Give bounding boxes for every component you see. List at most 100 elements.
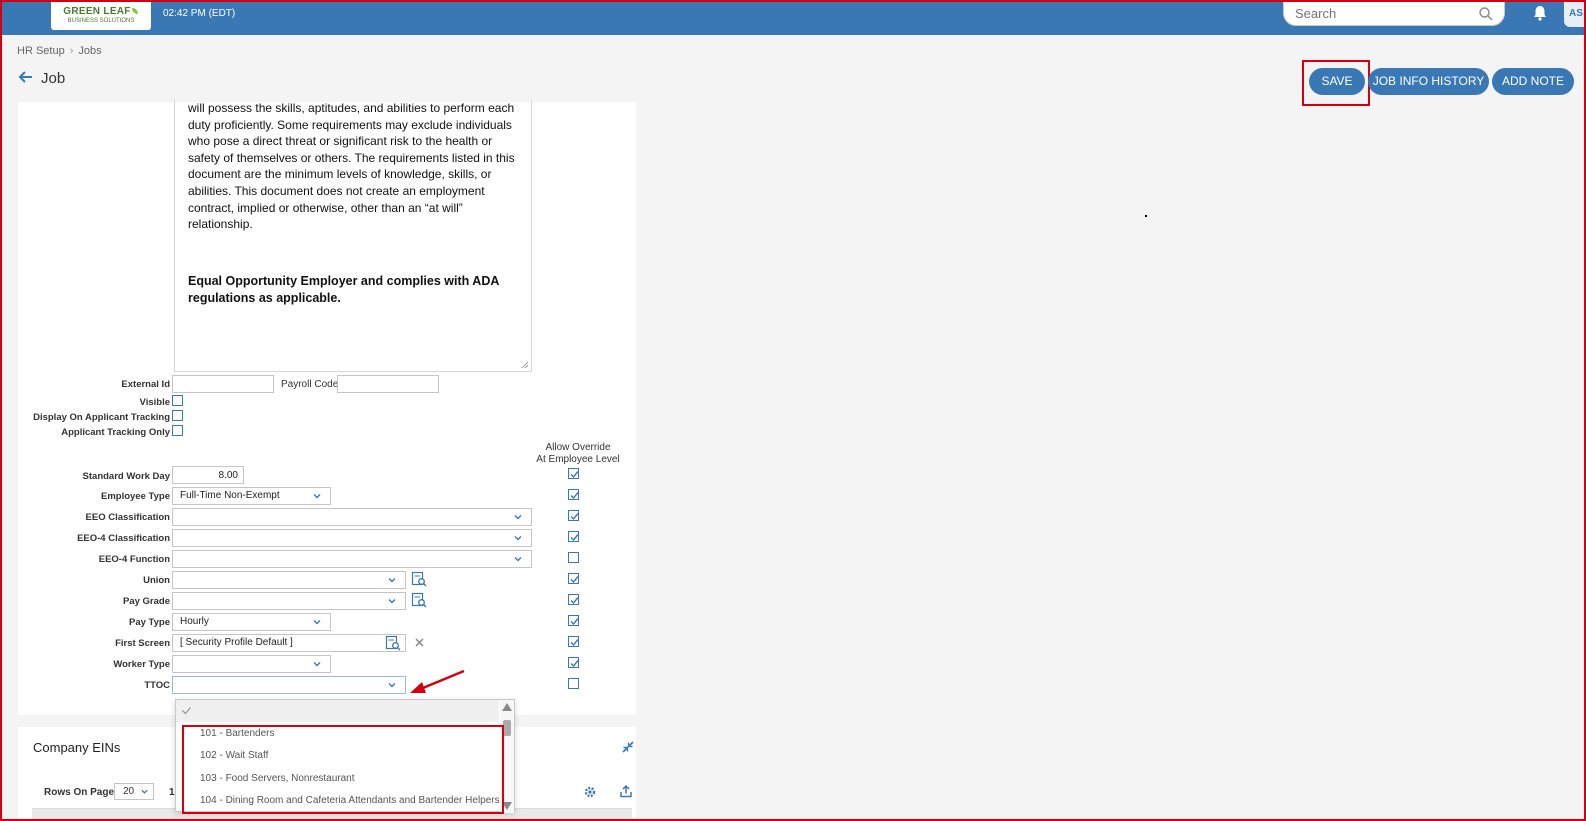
- scroll-up-icon[interactable]: [502, 703, 512, 711]
- eeo-classification-label: EEO Classification: [85, 512, 170, 523]
- eeo-statement: Equal Opportunity Employer and complies …: [188, 273, 500, 288]
- worker-type-label: Worker Type: [113, 659, 170, 670]
- first-screen-field[interactable]: [ Security Profile Default ]: [172, 634, 406, 652]
- search-input[interactable]: [1295, 2, 1475, 24]
- collapse-icon[interactable]: [622, 741, 634, 753]
- company-logo[interactable]: GREEN LEAF BUSINESS SOLUTIONS: [51, 0, 151, 30]
- export-icon[interactable]: [619, 784, 633, 798]
- override-union-checkbox[interactable]: [568, 573, 579, 584]
- employee-type-label: Employee Type: [101, 491, 170, 502]
- override-worker-type-checkbox[interactable]: [568, 657, 579, 668]
- description-line: document are the minimum levels of knowl…: [188, 167, 492, 182]
- description-line: relationship.: [188, 217, 253, 232]
- override-header-line: Allow Override: [545, 442, 611, 453]
- worker-type-select[interactable]: [172, 655, 331, 673]
- override-pay-grade-checkbox[interactable]: [568, 594, 579, 605]
- override-pay-type-checkbox[interactable]: [568, 615, 579, 626]
- description-line: abilities. This document does not create…: [188, 183, 485, 198]
- current-time: 02:42 PM (EDT): [163, 8, 236, 19]
- clear-first-screen-icon[interactable]: [414, 637, 425, 648]
- chevron-down-icon: [514, 557, 522, 562]
- breadcrumb-separator: ›: [69, 45, 74, 57]
- description-line: who pose a direct threat or significant …: [188, 134, 493, 149]
- company-eins-title: Company EINs: [33, 740, 121, 755]
- override-employee-type-checkbox[interactable]: [568, 489, 579, 500]
- eeo4-classification-label: EEO-4 Classification: [77, 533, 170, 544]
- rows-on-page-label: Rows On Page: [44, 787, 115, 798]
- override-standard-work-day-checkbox[interactable]: [568, 468, 579, 479]
- rows-on-page-select[interactable]: 20: [114, 783, 154, 800]
- description-line: contract, implied or otherwise, other th…: [188, 200, 463, 215]
- user-avatar[interactable]: AS: [1564, 0, 1586, 27]
- visible-checkbox[interactable]: [172, 395, 183, 406]
- eeo4-function-select[interactable]: [172, 550, 532, 568]
- union-lookup-icon[interactable]: [411, 571, 427, 587]
- bell-icon[interactable]: [1531, 4, 1549, 22]
- chevron-down-icon: [388, 578, 396, 583]
- visible-label: Visible: [139, 397, 170, 408]
- pay-grade-label: Pay Grade: [123, 596, 170, 607]
- union-select[interactable]: [172, 571, 406, 589]
- gear-icon[interactable]: [583, 785, 597, 799]
- pay-type-label: Pay Type: [128, 617, 170, 628]
- standard-work-day-label: Standard Work Day: [82, 471, 170, 482]
- annotation-arrow-icon: [410, 669, 465, 693]
- add-note-button[interactable]: ADD NOTE: [1492, 68, 1574, 95]
- payroll-code-input[interactable]: [337, 375, 439, 393]
- employee-type-select[interactable]: Full-Time Non-Exempt: [172, 487, 331, 505]
- chevron-down-icon: [141, 789, 148, 794]
- scroll-thumb[interactable]: [503, 720, 511, 736]
- pay-type-value: Hourly: [180, 616, 209, 627]
- override-first-screen-checkbox[interactable]: [568, 636, 579, 647]
- description-line: safety of themselves or others. The requ…: [188, 150, 515, 165]
- payroll-code-label: Payroll Code: [281, 379, 339, 390]
- pay-grade-select[interactable]: [172, 592, 406, 610]
- breadcrumb-jobs[interactable]: Jobs: [78, 45, 101, 57]
- first-screen-label: First Screen: [115, 638, 170, 649]
- search-box[interactable]: [1283, 0, 1505, 26]
- standard-work-day-input[interactable]: [172, 466, 244, 484]
- check-icon: [182, 707, 191, 715]
- page-title: Job: [41, 70, 66, 87]
- leaf-icon: [131, 8, 138, 14]
- first-screen-lookup-icon[interactable]: [385, 635, 401, 651]
- logo-text: GREEN LEAF: [63, 6, 131, 17]
- override-eeo-classification-checkbox[interactable]: [568, 510, 579, 521]
- dropdown-highlight-box: [182, 725, 504, 814]
- chevron-down-icon: [313, 662, 321, 667]
- eeo4-classification-select[interactable]: [172, 529, 532, 547]
- description-line: duty proficiently. Some requirements may…: [188, 117, 512, 132]
- eeo4-function-label: EEO-4 Function: [98, 554, 170, 565]
- eeo-classification-select[interactable]: [172, 508, 532, 526]
- external-id-label: External Id: [121, 379, 170, 390]
- job-form-panel: will possess the skills, aptitudes, and …: [18, 100, 636, 715]
- search-icon[interactable]: [1478, 6, 1494, 22]
- override-header-line: At Employee Level: [536, 454, 620, 465]
- display-on-applicant-checkbox[interactable]: [172, 410, 183, 421]
- pay-type-select[interactable]: Hourly: [172, 613, 331, 631]
- override-header: Allow Override At Employee Level: [533, 442, 623, 466]
- description-editor[interactable]: will possess the skills, aptitudes, and …: [174, 100, 532, 372]
- logo-subtext: BUSINESS SOLUTIONS: [67, 18, 135, 24]
- resize-grip-icon[interactable]: [521, 361, 528, 368]
- breadcrumb-hr-setup[interactable]: HR Setup: [17, 45, 65, 57]
- back-arrow-icon[interactable]: [18, 69, 34, 85]
- eeo-statement-cont: regulations as applicable.: [188, 290, 341, 305]
- rows-on-page-value: 20: [123, 786, 135, 797]
- dropdown-blank-option[interactable]: [176, 700, 499, 722]
- external-id-input[interactable]: [172, 375, 274, 393]
- top-bar: GREEN LEAF BUSINESS SOLUTIONS 02:42 PM (…: [0, 0, 1586, 35]
- description-line: will possess the skills, aptitudes, and …: [188, 101, 515, 115]
- ttoc-select[interactable]: [172, 676, 406, 694]
- chevron-down-icon: [514, 515, 522, 520]
- override-eeo4-classification-checkbox[interactable]: [568, 531, 579, 542]
- cursor-dot: [1145, 215, 1147, 217]
- override-ttoc-checkbox[interactable]: [568, 678, 579, 689]
- pay-grade-lookup-icon[interactable]: [411, 592, 427, 608]
- chevron-down-icon: [388, 683, 396, 688]
- breadcrumb: HR Setup › Jobs: [17, 45, 102, 57]
- job-info-history-button[interactable]: JOB INFO HISTORY: [1368, 68, 1489, 95]
- override-eeo4-function-checkbox[interactable]: [568, 552, 579, 563]
- applicant-only-checkbox[interactable]: [172, 425, 183, 436]
- page-number[interactable]: 1: [169, 787, 175, 798]
